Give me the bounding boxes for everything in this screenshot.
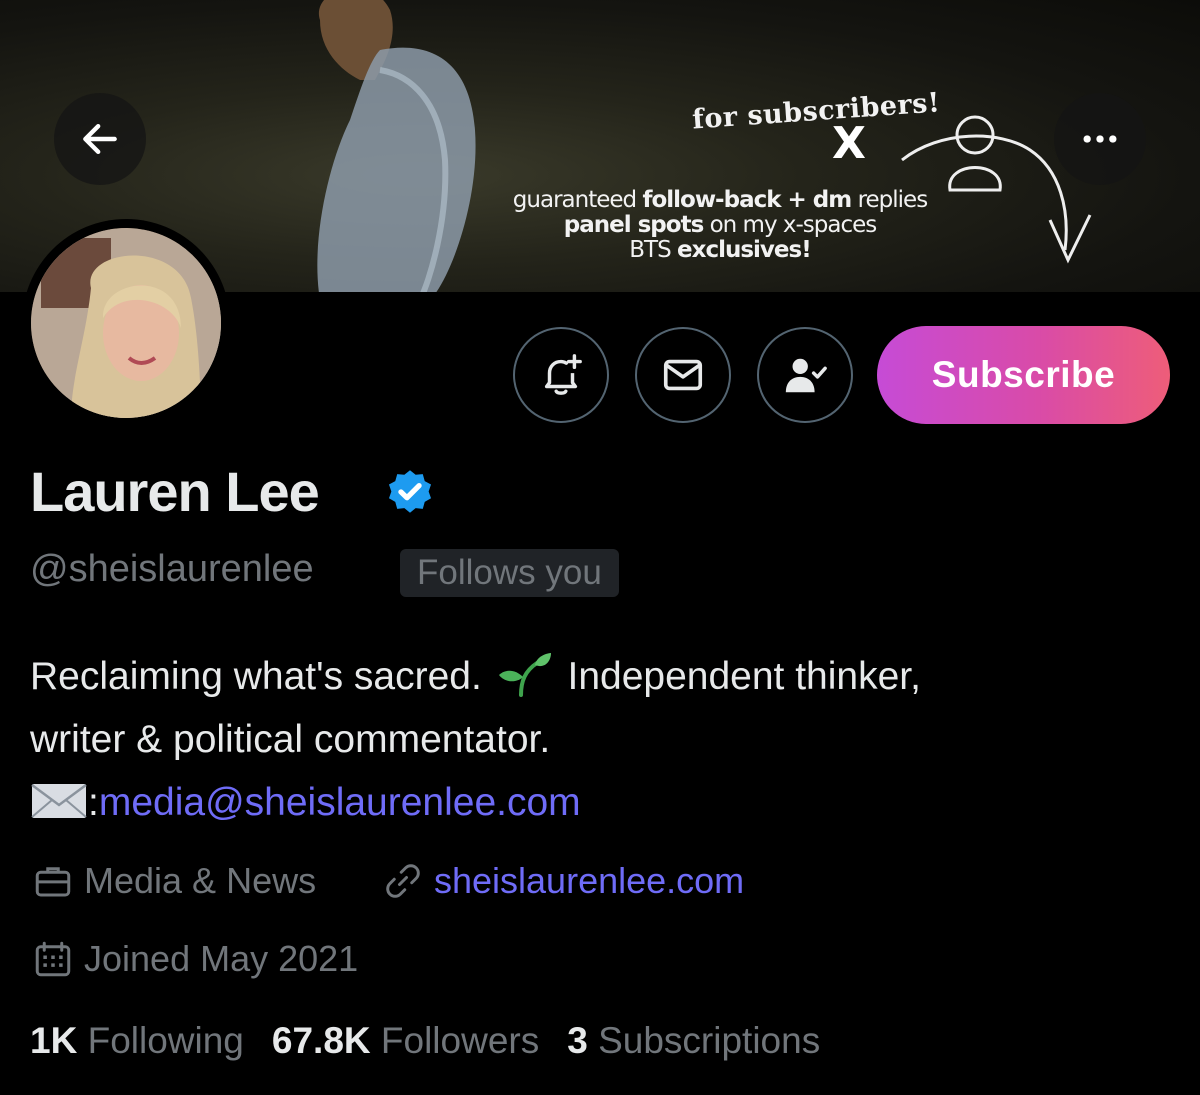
promo-line2-a: panel spots xyxy=(563,212,704,238)
category-label: Media & News xyxy=(84,860,317,901)
profile-handle: @sheislaurenlee xyxy=(30,548,314,590)
person-check-icon xyxy=(785,358,827,393)
message-button[interactable] xyxy=(635,327,731,423)
website-link[interactable]: sheislaurenlee.com xyxy=(434,860,744,902)
bio-line2: writer & political commentator. xyxy=(30,718,551,761)
more-horizontal-icon xyxy=(1083,135,1117,143)
subscriptions-stat[interactable]: 3 Subscriptions xyxy=(567,1020,820,1061)
profile-joined: Joined May 2021 xyxy=(32,938,358,980)
promo-line3-b: exclusives! xyxy=(677,237,812,263)
briefcase-icon xyxy=(35,867,71,897)
subscribe-button[interactable]: Subscribe xyxy=(877,326,1170,424)
calendar-icon xyxy=(35,941,71,977)
bio-email-prefix: : xyxy=(88,781,99,824)
bell-plus-icon xyxy=(544,354,582,395)
following-count: 1K xyxy=(30,1020,78,1061)
avatar-photo xyxy=(31,228,221,418)
arrow-left-icon xyxy=(83,123,117,155)
following-stat[interactable]: 1K Following xyxy=(30,1020,244,1061)
envelope-emoji-icon xyxy=(31,783,87,818)
envelope-icon xyxy=(663,359,703,391)
bio-email-link[interactable]: media@sheislaurenlee.com xyxy=(99,781,581,824)
bio-line1-a: Reclaiming what's sacred. xyxy=(30,655,482,698)
back-button[interactable] xyxy=(54,93,146,185)
followers-label: Followers xyxy=(380,1020,540,1061)
promo-line1-c: replies xyxy=(857,187,929,213)
profile-bio: Reclaiming what's sacred. Independent th… xyxy=(30,645,1170,834)
x-logo-icon: X xyxy=(832,118,866,169)
followers-count: 67.8K xyxy=(271,1020,371,1061)
subscriptions-count: 3 xyxy=(567,1020,588,1061)
more-button[interactable] xyxy=(1054,93,1146,185)
notify-button[interactable] xyxy=(513,327,609,423)
banner-promo-lines: guaranteed follow-back + dm replies pane… xyxy=(505,188,935,263)
profile-category: Media & News xyxy=(32,860,316,902)
seedling-emoji-icon xyxy=(498,653,551,697)
bio-line1-b: Independent thinker, xyxy=(567,655,921,698)
follows-you-badge: Follows you xyxy=(400,549,619,597)
following-button[interactable] xyxy=(757,327,853,423)
promo-line2-b: on my x-spaces xyxy=(709,212,878,238)
profile-website[interactable]: sheislaurenlee.com xyxy=(382,860,744,902)
banner-woman-image xyxy=(317,0,476,292)
promo-line1-a: guaranteed xyxy=(512,187,637,213)
subscriptions-label: Subscriptions xyxy=(598,1020,821,1061)
following-label: Following xyxy=(87,1020,244,1061)
joined-label: Joined May 2021 xyxy=(84,938,359,979)
promo-line1-b: follow-back + dm xyxy=(642,187,852,213)
promo-line3-a: BTS xyxy=(629,237,671,263)
profile-avatar[interactable] xyxy=(22,219,230,427)
verified-badge-icon xyxy=(388,470,432,513)
profile-stats: 1K Following 67.8K Followers 3 Subscriptio… xyxy=(30,1020,820,1062)
profile-name: Lauren Lee xyxy=(30,460,320,523)
link-icon xyxy=(386,864,420,898)
followers-stat[interactable]: 67.8K Followers xyxy=(272,1020,539,1061)
